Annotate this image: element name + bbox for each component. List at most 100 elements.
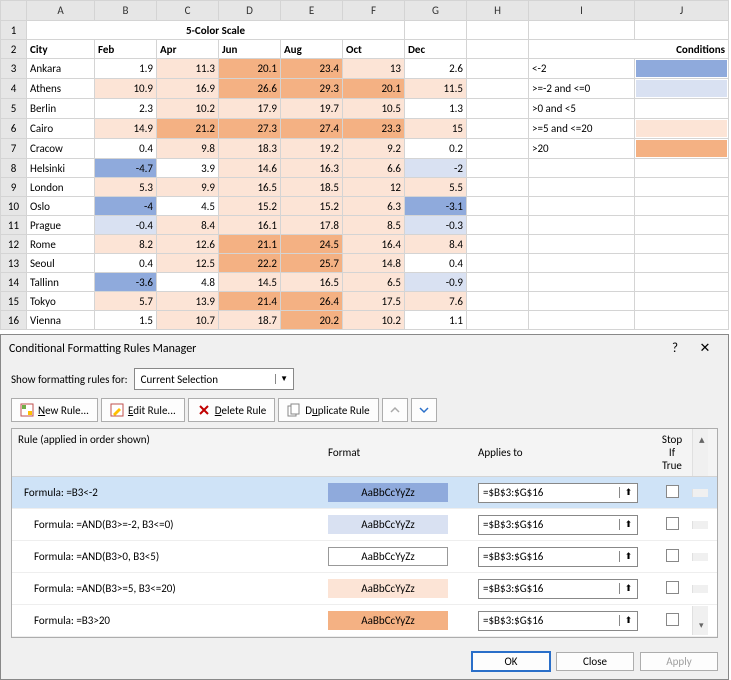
cell[interactable] — [529, 235, 635, 254]
cell-value[interactable]: 4.5 — [157, 197, 219, 216]
row-header[interactable]: 15 — [1, 292, 27, 311]
stop-if-true-checkbox[interactable] — [666, 485, 679, 498]
row-header[interactable]: 4 — [1, 79, 27, 99]
cell-value[interactable]: 1.3 — [405, 99, 467, 119]
cell-value[interactable]: 0.4 — [95, 139, 157, 159]
cell-value[interactable]: 19.7 — [281, 99, 343, 119]
col-header[interactable]: I — [529, 1, 635, 21]
cell[interactable] — [529, 21, 635, 40]
cell-value[interactable]: 24.5 — [281, 235, 343, 254]
cell[interactable] — [529, 311, 635, 330]
cell-value[interactable]: 14.8 — [343, 254, 405, 273]
cell-condition-label[interactable]: >20 — [529, 139, 635, 159]
row-header[interactable]: 11 — [1, 216, 27, 235]
cell[interactable] — [635, 311, 729, 330]
cell-value[interactable]: 0.4 — [405, 254, 467, 273]
cell[interactable] — [635, 178, 729, 197]
cell-condition-swatch[interactable] — [635, 99, 729, 119]
cell[interactable] — [467, 311, 529, 330]
cell-value[interactable]: 14.9 — [95, 119, 157, 139]
scrollbar-track[interactable]: ▾ — [692, 606, 708, 635]
row-header[interactable]: 2 — [1, 40, 27, 59]
cell-value[interactable]: 9.9 — [157, 178, 219, 197]
cell-value[interactable]: 29.3 — [281, 79, 343, 99]
cell-value[interactable]: 19.2 — [281, 139, 343, 159]
cell-value[interactable]: 18.5 — [281, 178, 343, 197]
cell[interactable] — [467, 273, 529, 292]
cell[interactable] — [635, 254, 729, 273]
row-header[interactable]: 16 — [1, 311, 27, 330]
row-header[interactable]: 3 — [1, 59, 27, 79]
cell[interactable] — [467, 254, 529, 273]
cell-condition-label[interactable]: >=-2 and <=0 — [529, 79, 635, 99]
col-header[interactable]: H — [467, 1, 529, 21]
cell-condition-label[interactable]: >=5 and <=20 — [529, 119, 635, 139]
row-header[interactable]: 13 — [1, 254, 27, 273]
col-header[interactable]: E — [281, 1, 343, 21]
cell-value[interactable]: 20.1 — [343, 79, 405, 99]
cell-title[interactable]: 5-Color Scale — [27, 21, 405, 40]
row-header[interactable]: 7 — [1, 139, 27, 159]
cell-value[interactable]: 1.5 — [95, 311, 157, 330]
cell-value[interactable]: 10.5 — [343, 99, 405, 119]
cell-value[interactable]: 21.2 — [157, 119, 219, 139]
cell[interactable] — [467, 119, 529, 139]
cell-value[interactable]: 17.8 — [281, 216, 343, 235]
cell-value[interactable]: -0.4 — [95, 216, 157, 235]
cell-header[interactable]: Aug — [281, 40, 343, 59]
cell-value[interactable]: 26.6 — [219, 79, 281, 99]
cell[interactable] — [467, 79, 529, 99]
cell-value[interactable]: 22.2 — [219, 254, 281, 273]
cell[interactable] — [635, 235, 729, 254]
show-rules-combo[interactable]: Current Selection ▼ — [134, 368, 294, 390]
cell-value[interactable]: 12.6 — [157, 235, 219, 254]
edit-rule-button[interactable]: Edit Rule... — [101, 398, 185, 422]
cell-value[interactable]: -4.7 — [95, 159, 157, 178]
cell-value[interactable]: 15.2 — [281, 197, 343, 216]
stop-if-true-checkbox[interactable] — [666, 613, 679, 626]
cell[interactable] — [635, 159, 729, 178]
cell-value[interactable]: -0.9 — [405, 273, 467, 292]
range-picker-icon[interactable]: ⬆ — [619, 551, 637, 562]
scrollbar-track[interactable] — [692, 489, 708, 497]
cell[interactable] — [635, 292, 729, 311]
cell-value[interactable]: 16.1 — [219, 216, 281, 235]
cell[interactable] — [635, 216, 729, 235]
cell-value[interactable]: 2.3 — [95, 99, 157, 119]
cell-header[interactable]: Dec — [405, 40, 467, 59]
cell-value[interactable]: 21.4 — [219, 292, 281, 311]
new-rule-button[interactable]: New Rule... — [11, 398, 98, 422]
cell-city[interactable]: Cracow — [27, 139, 95, 159]
rule-row[interactable]: Formula: =AND(B3>0, B3<5)AaBbCcYyZz=$B$3… — [12, 541, 717, 573]
spreadsheet-grid[interactable]: A B C D E F G H I J 15-Color Scale2CityF… — [0, 0, 729, 330]
cell-value[interactable]: 18.3 — [219, 139, 281, 159]
chevron-down-icon[interactable]: ▼ — [275, 374, 293, 384]
cell-header[interactable]: Oct — [343, 40, 405, 59]
row-header[interactable]: 5 — [1, 99, 27, 119]
rule-row[interactable]: Formula: =B3<-2AaBbCcYyZz=$B$3:$G$16⬆ — [12, 477, 717, 509]
cell-condition-swatch[interactable] — [635, 59, 729, 79]
cell-city[interactable]: Tokyo — [27, 292, 95, 311]
cell-value[interactable]: -4 — [95, 197, 157, 216]
cell[interactable] — [529, 216, 635, 235]
cell-city[interactable]: Athens — [27, 79, 95, 99]
cell-value[interactable]: 8.2 — [95, 235, 157, 254]
cell-value[interactable]: 18.7 — [219, 311, 281, 330]
row-header[interactable]: 14 — [1, 273, 27, 292]
cell-value[interactable]: 15.2 — [219, 197, 281, 216]
col-header[interactable]: C — [157, 1, 219, 21]
cell-header[interactable]: City — [27, 40, 95, 59]
cell[interactable] — [529, 292, 635, 311]
scrollbar-track[interactable] — [692, 553, 708, 561]
cell-header[interactable]: Apr — [157, 40, 219, 59]
cell-condition-swatch[interactable] — [635, 79, 729, 99]
cell[interactable] — [529, 178, 635, 197]
cell-value[interactable]: 5.3 — [95, 178, 157, 197]
applies-to-input[interactable]: =$B$3:$G$16⬆ — [478, 547, 638, 567]
cell-value[interactable]: 25.7 — [281, 254, 343, 273]
cell-city[interactable]: Vienna — [27, 311, 95, 330]
cell-city[interactable]: Rome — [27, 235, 95, 254]
cell-value[interactable]: 11.3 — [157, 59, 219, 79]
cell-value[interactable]: 16.9 — [157, 79, 219, 99]
cell-value[interactable]: 5.5 — [405, 178, 467, 197]
